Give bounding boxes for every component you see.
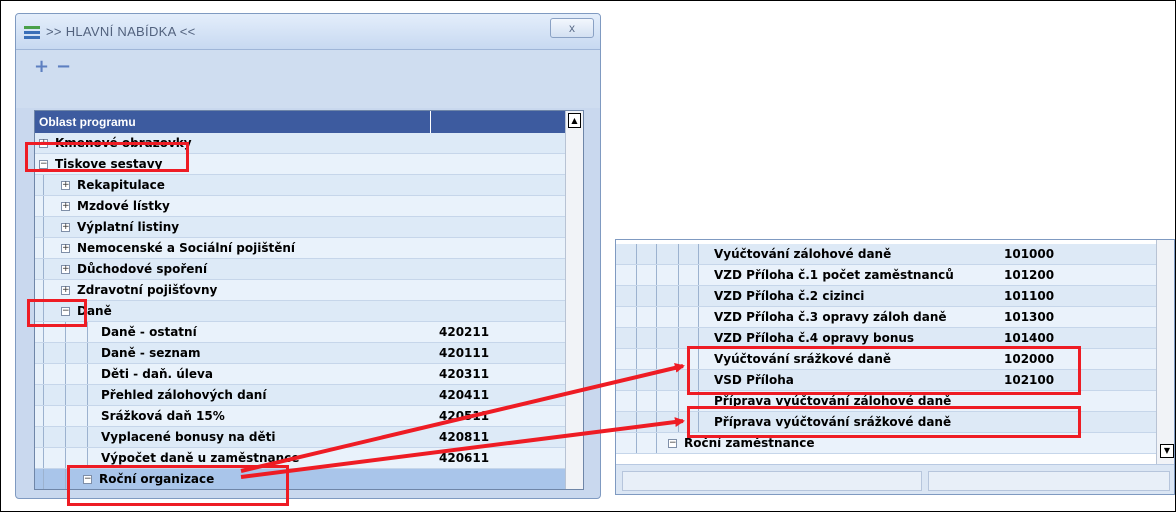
close-button[interactable]: x [550,18,594,38]
status-segment [622,471,922,491]
window-title: >> HLAVNÍ NABÍDKA << [46,24,196,39]
tree-row[interactable]: + Rekapitulace [35,175,567,196]
expand-icon[interactable]: + [61,181,70,190]
highlight-rocni-organizace [67,465,289,506]
expand-icon[interactable]: + [61,202,70,211]
highlight-dane [27,299,87,327]
tree-row[interactable]: − Daně [35,301,567,322]
plus-icon[interactable]: + [34,56,49,77]
scroll-down-icon[interactable]: ▼ [1160,444,1174,458]
tree-row[interactable]: Daně - seznam 420111 [35,343,567,364]
tree-row[interactable]: VZD Příloha č.1 počet zaměstnanců 101200 [616,265,1156,286]
column-header-code[interactable] [432,111,567,133]
title-bar[interactable]: >> HLAVNÍ NABÍDKA << x [16,14,600,50]
highlight-tiskove-sestavy [25,142,189,172]
column-header-program-area[interactable]: Oblast programu [35,111,431,133]
menu-app-icon [24,26,40,39]
tree-row[interactable]: Srážková daň 15% 420511 [35,406,567,427]
tree-row[interactable]: Vyúčtování zálohové daně 101000 [616,244,1156,265]
highlight-priprava-srazkova [687,406,1081,438]
expand-icon[interactable]: + [61,286,70,295]
tree-row[interactable]: + Důchodové spoření [35,259,567,280]
screenshot-frame: >> HLAVNÍ NABÍDKA << x + − Oblast progra… [0,0,1176,512]
tree-row[interactable]: + Výplatní listiny [35,217,567,238]
toolbar: + − [16,50,600,108]
tree-row[interactable]: Vyplacené bonusy na děti 420811 [35,427,567,448]
scroll-up-icon[interactable]: ▲ [568,113,581,128]
tree-row[interactable]: + Mzdové lístky [35,196,567,217]
expand-icon[interactable]: + [61,244,70,253]
highlight-srazkova-dan [687,346,1081,395]
tree-row[interactable]: + Nemocenské a Sociální pojištění [35,238,567,259]
main-menu-window: >> HLAVNÍ NABÍDKA << x + − Oblast progra… [15,13,601,499]
tree-row[interactable]: VZD Příloha č.3 opravy záloh daně 101300 [616,307,1156,328]
tree-row[interactable]: Daně - ostatní 420211 [35,322,567,343]
expand-icon[interactable]: + [61,223,70,232]
vertical-scrollbar[interactable]: ▼ [1156,240,1174,464]
status-segment [928,471,1170,491]
tree-row[interactable]: Děti - daň. úleva 420311 [35,364,567,385]
tree-row[interactable]: VZD Příloha č.2 cizinci 101100 [616,286,1156,307]
tree-row[interactable]: + Zdravotní pojišťovny [35,280,567,301]
grid-header: Oblast programu [35,111,583,133]
minus-icon[interactable]: − [56,56,71,77]
tree-row[interactable]: Přehled zálohových daní 420411 [35,385,567,406]
expand-icon[interactable]: + [61,265,70,274]
status-bar [616,464,1174,494]
vertical-scrollbar[interactable]: ▲ [565,111,583,489]
collapse-icon[interactable]: − [668,439,677,448]
